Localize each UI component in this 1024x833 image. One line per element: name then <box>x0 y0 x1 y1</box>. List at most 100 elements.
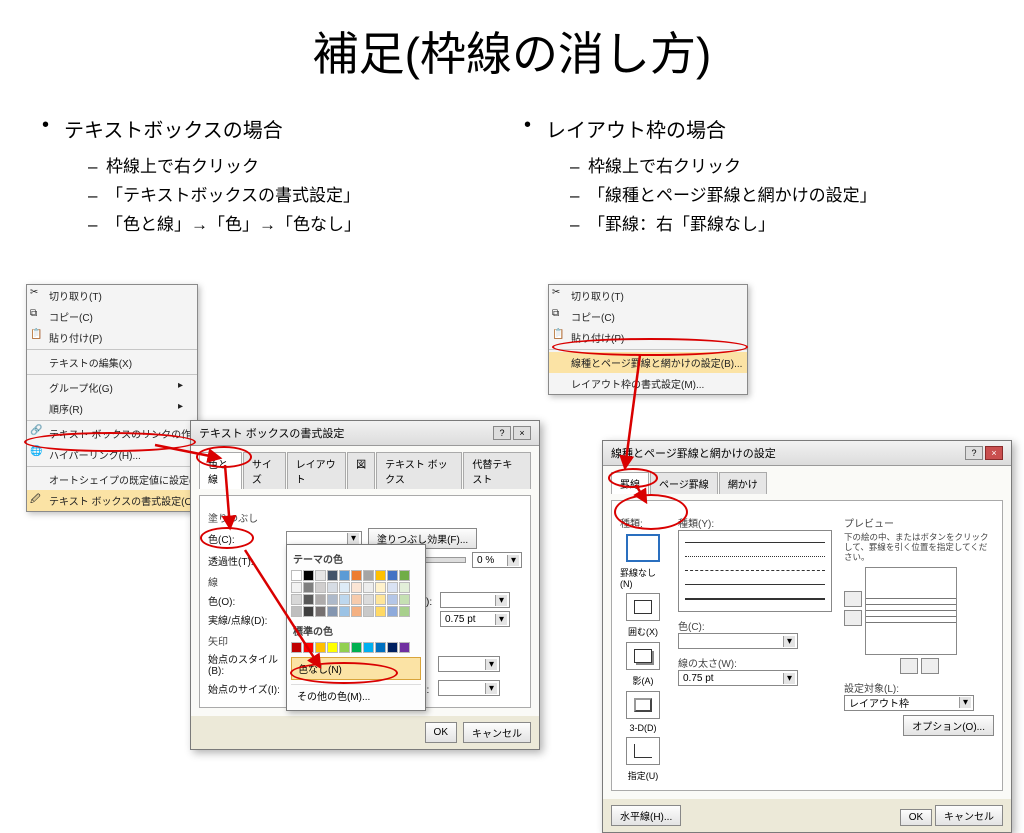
swatch[interactable] <box>375 594 386 605</box>
swatch[interactable] <box>327 570 338 581</box>
menu-autoshape-default[interactable]: オートシェイプの既定値に設定(D) <box>27 469 197 490</box>
swatch[interactable] <box>291 570 302 581</box>
style-list[interactable] <box>678 530 832 612</box>
swatch[interactable] <box>339 582 350 593</box>
swatch[interactable] <box>315 606 326 617</box>
setting-box[interactable] <box>626 593 660 621</box>
options-button[interactable]: オプション(O)... <box>903 715 994 736</box>
swatch[interactable] <box>387 594 398 605</box>
apply-to-combo[interactable]: レイアウト枠▾ <box>844 695 974 711</box>
menu-edit-text[interactable]: テキストの編集(X) <box>27 352 197 375</box>
transparency-value[interactable]: 0 %▾ <box>472 552 522 568</box>
swatch[interactable] <box>291 642 302 653</box>
dialog-help-button[interactable]: ? <box>493 426 511 440</box>
dialog-close-button[interactable]: × <box>513 426 531 440</box>
swatch[interactable] <box>387 642 398 653</box>
swatch[interactable] <box>363 582 374 593</box>
preview-right-button[interactable] <box>921 658 939 674</box>
menu-borders-shading[interactable]: 線種とページ罫線と網かけの設定(B)... <box>549 352 747 373</box>
swatch[interactable] <box>291 606 302 617</box>
menu-copy[interactable]: ⧉コピー(C) <box>549 306 747 327</box>
other-color-item[interactable]: その他の色(M)... <box>291 684 421 706</box>
menu-group[interactable]: グループ化(G)▸ <box>27 377 197 398</box>
swatch[interactable] <box>363 594 374 605</box>
cancel-button[interactable]: キャンセル <box>935 805 1003 826</box>
swatch[interactable] <box>399 582 410 593</box>
tab-alttext[interactable]: 代替テキスト <box>463 452 531 489</box>
swatch[interactable] <box>339 606 350 617</box>
menu-format-layoutframe[interactable]: レイアウト枠の書式設定(M)... <box>549 373 747 394</box>
end-size-combo[interactable]: ▾ <box>438 680 500 696</box>
no-color-item[interactable]: 色なし(N) <box>291 657 421 680</box>
dialog-close-button[interactable]: × <box>985 446 1003 460</box>
tab-picture[interactable]: 図 <box>347 452 375 489</box>
weight-combo[interactable]: 0.75 pt▾ <box>440 611 510 627</box>
tab-layout[interactable]: レイアウト <box>287 452 347 489</box>
swatch[interactable] <box>291 594 302 605</box>
swatch[interactable] <box>303 642 314 653</box>
setting-shadow[interactable] <box>626 642 660 670</box>
swatch[interactable] <box>315 582 326 593</box>
menu-paste[interactable]: 📋貼り付け(P) <box>27 327 197 350</box>
swatch[interactable] <box>351 594 362 605</box>
menu-format-textbox[interactable]: 🖉テキスト ボックスの書式設定(O)... <box>27 490 197 511</box>
swatch[interactable] <box>399 594 410 605</box>
menu-paste[interactable]: 📋貼り付け(P) <box>549 327 747 350</box>
line-style-combo[interactable]: ▾ <box>440 592 510 608</box>
ok-button[interactable]: OK <box>425 722 457 743</box>
menu-copy[interactable]: ⧉コピー(C) <box>27 306 197 327</box>
swatch[interactable] <box>351 642 362 653</box>
border-width-combo[interactable]: 0.75 pt▾ <box>678 670 798 686</box>
swatch[interactable] <box>399 606 410 617</box>
swatch[interactable] <box>303 606 314 617</box>
swatch[interactable] <box>351 606 362 617</box>
tab-size[interactable]: サイズ <box>243 452 286 489</box>
swatch[interactable] <box>351 570 362 581</box>
swatch[interactable] <box>303 594 314 605</box>
swatch[interactable] <box>327 594 338 605</box>
swatch[interactable] <box>375 570 386 581</box>
preview-left-button[interactable] <box>900 658 918 674</box>
swatch[interactable] <box>363 606 374 617</box>
swatch[interactable] <box>363 642 374 653</box>
swatch[interactable] <box>339 570 350 581</box>
menu-order[interactable]: 順序(R)▸ <box>27 398 197 421</box>
ok-button[interactable]: OK <box>900 809 932 826</box>
swatch[interactable] <box>291 582 302 593</box>
swatch[interactable] <box>399 570 410 581</box>
swatch[interactable] <box>303 582 314 593</box>
swatch[interactable] <box>375 606 386 617</box>
swatch[interactable] <box>363 570 374 581</box>
dialog-help-button[interactable]: ? <box>965 446 983 460</box>
swatch[interactable] <box>339 642 350 653</box>
border-color-combo[interactable]: ▾ <box>678 633 798 649</box>
swatch[interactable] <box>327 606 338 617</box>
tab-page-border[interactable]: ページ罫線 <box>650 472 718 494</box>
tab-shading[interactable]: 網かけ <box>719 472 767 494</box>
swatch[interactable] <box>375 642 386 653</box>
swatch[interactable] <box>375 582 386 593</box>
menu-cut[interactable]: ✂切り取り(T) <box>27 285 197 306</box>
cancel-button[interactable]: キャンセル <box>463 722 531 743</box>
swatch[interactable] <box>399 642 410 653</box>
menu-hyperlink[interactable]: 🌐ハイパーリンク(H)... <box>27 444 197 467</box>
swatch[interactable] <box>315 570 326 581</box>
setting-custom[interactable] <box>626 737 660 765</box>
menu-cut[interactable]: ✂切り取り(T) <box>549 285 747 306</box>
setting-3d[interactable] <box>626 691 660 719</box>
swatch[interactable] <box>315 642 326 653</box>
swatch[interactable] <box>315 594 326 605</box>
swatch[interactable] <box>387 606 398 617</box>
horizontal-line-button[interactable]: 水平線(H)... <box>611 805 681 826</box>
swatch[interactable] <box>327 582 338 593</box>
swatch[interactable] <box>327 642 338 653</box>
preview-bottom-button[interactable] <box>844 610 862 626</box>
swatch[interactable] <box>351 582 362 593</box>
swatch[interactable] <box>339 594 350 605</box>
swatch[interactable] <box>303 570 314 581</box>
swatch[interactable] <box>387 570 398 581</box>
tab-borders[interactable]: 罫線 <box>611 472 649 494</box>
tab-colors-lines[interactable]: 色と線 <box>199 452 242 489</box>
menu-link-textbox[interactable]: 🔗テキスト ボックスのリンクの作成(R) <box>27 423 197 444</box>
tab-textbox[interactable]: テキスト ボックス <box>376 452 462 489</box>
